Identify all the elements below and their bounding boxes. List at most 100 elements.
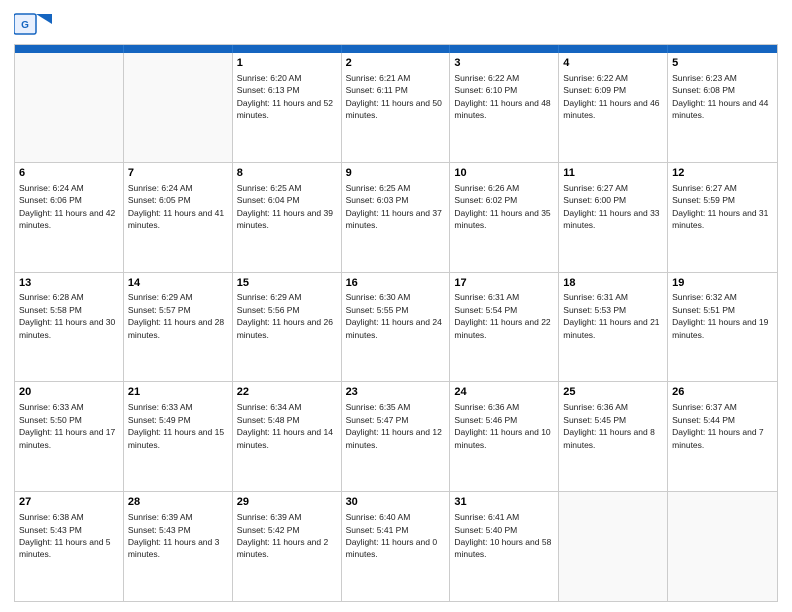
day-number: 6 — [19, 166, 119, 181]
table-row — [15, 53, 124, 162]
day-number: 12 — [672, 166, 773, 181]
cell-info: Sunrise: 6:22 AMSunset: 6:09 PMDaylight:… — [563, 73, 659, 120]
table-row: 30Sunrise: 6:40 AMSunset: 5:41 PMDayligh… — [342, 492, 451, 601]
table-row: 27Sunrise: 6:38 AMSunset: 5:43 PMDayligh… — [15, 492, 124, 601]
day-number: 16 — [346, 276, 446, 291]
day-number: 27 — [19, 495, 119, 510]
cell-info: Sunrise: 6:25 AMSunset: 6:03 PMDaylight:… — [346, 183, 442, 230]
table-row: 23 Sunrise: 6:35 AMSunset: 5:47 PMDayligh… — [342, 382, 451, 491]
table-row: 15Sunrise: 6:29 AMSunset: 5:56 PMDayligh… — [233, 273, 342, 382]
logo: G — [14, 10, 54, 38]
cell-info: Sunrise: 6:36 AMSunset: 5:45 PMDaylight:… — [563, 402, 655, 449]
calendar-row-1: 1 Sunrise: 6:20 AMSunset: 6:13 PMDaylight… — [15, 53, 777, 162]
cell-info: Sunrise: 6:24 AMSunset: 6:05 PMDaylight:… — [128, 183, 224, 230]
cell-info: Sunrise: 6:31 AMSunset: 5:53 PMDaylight:… — [563, 292, 659, 339]
cell-info: Sunrise: 6:21 AMSunset: 6:11 PMDaylight:… — [346, 73, 442, 120]
day-number: 8 — [237, 166, 337, 181]
day-number: 24 — [454, 385, 554, 400]
day-number: 18 — [563, 276, 663, 291]
table-row: 18Sunrise: 6:31 AMSunset: 5:53 PMDayligh… — [559, 273, 668, 382]
header-saturday — [668, 45, 777, 53]
calendar: 1 Sunrise: 6:20 AMSunset: 6:13 PMDaylight… — [14, 44, 778, 602]
table-row: 10 Sunrise: 6:26 AMSunset: 6:02 PMDayligh… — [450, 163, 559, 272]
table-row: 26 Sunrise: 6:37 AMSunset: 5:44 PMDayligh… — [668, 382, 777, 491]
table-row: 12 Sunrise: 6:27 AMSunset: 5:59 PMDayligh… — [668, 163, 777, 272]
cell-info: Sunrise: 6:36 AMSunset: 5:46 PMDaylight:… — [454, 402, 550, 449]
table-row: 3 Sunrise: 6:22 AMSunset: 6:10 PMDaylight… — [450, 53, 559, 162]
day-number: 1 — [237, 56, 337, 71]
day-number: 19 — [672, 276, 773, 291]
cell-info: Sunrise: 6:32 AMSunset: 5:51 PMDaylight:… — [672, 292, 768, 339]
day-number: 29 — [237, 495, 337, 510]
cell-info: Sunrise: 6:28 AMSunset: 5:58 PMDaylight:… — [19, 292, 115, 339]
day-number: 14 — [128, 276, 228, 291]
day-number: 13 — [19, 276, 119, 291]
header-sunday — [15, 45, 124, 53]
cell-info: Sunrise: 6:37 AMSunset: 5:44 PMDaylight:… — [672, 402, 764, 449]
header-thursday — [450, 45, 559, 53]
table-row: 7Sunrise: 6:24 AMSunset: 6:05 PMDaylight… — [124, 163, 233, 272]
calendar-row-3: 13Sunrise: 6:28 AMSunset: 5:58 PMDayligh… — [15, 272, 777, 382]
table-row: 28Sunrise: 6:39 AMSunset: 5:43 PMDayligh… — [124, 492, 233, 601]
day-number: 11 — [563, 166, 663, 181]
table-row: 1 Sunrise: 6:20 AMSunset: 6:13 PMDaylight… — [233, 53, 342, 162]
table-row: 17Sunrise: 6:31 AMSunset: 5:54 PMDayligh… — [450, 273, 559, 382]
table-row: 25 Sunrise: 6:36 AMSunset: 5:45 PMDayligh… — [559, 382, 668, 491]
table-row: 24 Sunrise: 6:36 AMSunset: 5:46 PMDayligh… — [450, 382, 559, 491]
cell-info: Sunrise: 6:22 AMSunset: 6:10 PMDaylight:… — [454, 73, 550, 120]
day-number: 2 — [346, 56, 446, 71]
table-row: 22Sunrise: 6:34 AMSunset: 5:48 PMDayligh… — [233, 382, 342, 491]
table-row: 8 Sunrise: 6:25 AMSunset: 6:04 PMDaylight… — [233, 163, 342, 272]
cell-info: Sunrise: 6:23 AMSunset: 6:08 PMDaylight:… — [672, 73, 768, 120]
cell-info: Sunrise: 6:25 AMSunset: 6:04 PMDaylight:… — [237, 183, 333, 230]
day-number: 17 — [454, 276, 554, 291]
logo-icon: G — [14, 10, 52, 38]
table-row: 4 Sunrise: 6:22 AMSunset: 6:09 PMDaylight… — [559, 53, 668, 162]
table-row: 21 Sunrise: 6:33 AMSunset: 5:49 PMDayligh… — [124, 382, 233, 491]
day-number: 5 — [672, 56, 773, 71]
day-number: 21 — [128, 385, 228, 400]
table-row: 9 Sunrise: 6:25 AMSunset: 6:03 PMDaylight… — [342, 163, 451, 272]
day-number: 9 — [346, 166, 446, 181]
calendar-body: 1 Sunrise: 6:20 AMSunset: 6:13 PMDaylight… — [15, 53, 777, 601]
header-monday — [124, 45, 233, 53]
cell-info: Sunrise: 6:33 AMSunset: 5:49 PMDaylight:… — [128, 402, 224, 449]
day-number: 25 — [563, 385, 663, 400]
cell-info: Sunrise: 6:29 AMSunset: 5:56 PMDaylight:… — [237, 292, 333, 339]
day-number: 10 — [454, 166, 554, 181]
table-row: 31Sunrise: 6:41 AMSunset: 5:40 PMDayligh… — [450, 492, 559, 601]
day-number: 4 — [563, 56, 663, 71]
table-row: 2 Sunrise: 6:21 AMSunset: 6:11 PMDaylight… — [342, 53, 451, 162]
table-row — [124, 53, 233, 162]
day-number: 3 — [454, 56, 554, 71]
cell-info: Sunrise: 6:26 AMSunset: 6:02 PMDaylight:… — [454, 183, 550, 230]
table-row: 11 Sunrise: 6:27 AMSunset: 6:00 PMDayligh… — [559, 163, 668, 272]
day-number: 23 — [346, 385, 446, 400]
cell-info: Sunrise: 6:34 AMSunset: 5:48 PMDaylight:… — [237, 402, 333, 449]
calendar-header — [15, 45, 777, 53]
day-number: 31 — [454, 495, 554, 510]
cell-info: Sunrise: 6:40 AMSunset: 5:41 PMDaylight:… — [346, 512, 438, 559]
header-friday — [559, 45, 668, 53]
table-row: 20 Sunrise: 6:33 AMSunset: 5:50 PMDayligh… — [15, 382, 124, 491]
cell-info: Sunrise: 6:29 AMSunset: 5:57 PMDaylight:… — [128, 292, 224, 339]
table-row: 6Sunrise: 6:24 AMSunset: 6:06 PMDaylight… — [15, 163, 124, 272]
table-row: 5 Sunrise: 6:23 AMSunset: 6:08 PMDaylight… — [668, 53, 777, 162]
header-tuesday — [233, 45, 342, 53]
page: G 1Sunrise: 6:20 AMSunset: 6: — [0, 0, 792, 612]
table-row: 29Sunrise: 6:39 AMSunset: 5:42 PMDayligh… — [233, 492, 342, 601]
cell-info: Sunrise: 6:27 AMSunset: 6:00 PMDaylight:… — [563, 183, 659, 230]
table-row: 19Sunrise: 6:32 AMSunset: 5:51 PMDayligh… — [668, 273, 777, 382]
calendar-row-5: 27Sunrise: 6:38 AMSunset: 5:43 PMDayligh… — [15, 491, 777, 601]
cell-info: Sunrise: 6:33 AMSunset: 5:50 PMDaylight:… — [19, 402, 115, 449]
header-wednesday — [342, 45, 451, 53]
table-row — [668, 492, 777, 601]
day-number: 26 — [672, 385, 773, 400]
cell-info: Sunrise: 6:31 AMSunset: 5:54 PMDaylight:… — [454, 292, 550, 339]
cell-info: Sunrise: 6:27 AMSunset: 5:59 PMDaylight:… — [672, 183, 768, 230]
calendar-row-2: 6Sunrise: 6:24 AMSunset: 6:06 PMDaylight… — [15, 162, 777, 272]
day-number: 20 — [19, 385, 119, 400]
table-row: 14Sunrise: 6:29 AMSunset: 5:57 PMDayligh… — [124, 273, 233, 382]
cell-info: Sunrise: 6:20 AMSunset: 6:13 PMDaylight:… — [237, 73, 333, 120]
cell-info: Sunrise: 6:35 AMSunset: 5:47 PMDaylight:… — [346, 402, 442, 449]
